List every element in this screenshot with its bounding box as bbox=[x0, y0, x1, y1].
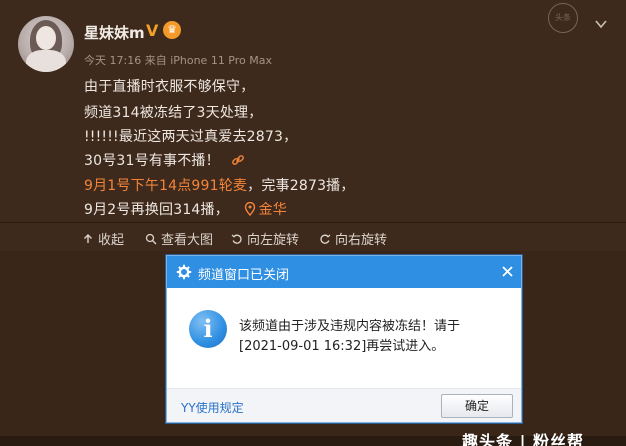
dialog-body: i 该频道由于涉及违规内容被冻结！请于 [2021-09-01 16:32]再尝… bbox=[167, 288, 521, 422]
location-pin-icon bbox=[244, 202, 255, 216]
view-large-label: 查看大图 bbox=[161, 233, 214, 248]
post-line: 9月2号再换回314播， bbox=[84, 202, 229, 218]
avatar-body bbox=[26, 50, 66, 72]
yy-rules-link[interactable]: YY使用规定 bbox=[181, 399, 244, 416]
gear-icon bbox=[176, 264, 192, 280]
post-line-highlight: 9月1号下午14点991轮麦，完事2873播， bbox=[84, 175, 355, 195]
post-line: ，完事2873播， bbox=[247, 178, 355, 194]
info-icon: i bbox=[189, 310, 227, 348]
dialog-message-line1: 该频道由于涉及违规内容被冻结！请于 bbox=[239, 319, 461, 334]
highlight-link[interactable]: 9月1号下午14点991轮麦 bbox=[84, 178, 247, 194]
rotate-right-button[interactable]: 向右旋转 bbox=[319, 229, 387, 248]
rotate-right-label: 向右旋转 bbox=[335, 233, 388, 248]
location-label: 金华 bbox=[258, 202, 287, 218]
site-watermark: 趣头条 | 粉丝帮 bbox=[462, 432, 584, 446]
ok-button[interactable]: 确定 bbox=[441, 394, 513, 418]
weibo-post-card: 星妹妹m V ♛ 今天 17:16 来自 iPhone 11 Pro Max 头… bbox=[0, 0, 626, 222]
post-line-with-location: 9月2号再换回314播， 金华 bbox=[84, 199, 287, 219]
magnifier-icon bbox=[145, 233, 157, 244]
dialog-title: 频道窗口已关闭 bbox=[198, 268, 290, 283]
chevron-down-icon[interactable] bbox=[594, 17, 608, 31]
arrow-up-icon bbox=[84, 233, 92, 243]
post-line: !!!!!!最近这两天过真爱去2873， bbox=[84, 129, 298, 145]
close-icon[interactable] bbox=[501, 265, 514, 278]
post-line: 由于直播时衣服不够保守， bbox=[84, 79, 255, 95]
dialog-footer: YY使用规定 确定 bbox=[167, 388, 521, 422]
rotate-left-icon bbox=[231, 234, 242, 244]
dialog-message-line2: [2021-09-01 16:32]再尝试进入。 bbox=[239, 339, 445, 354]
dialog-title-bar[interactable]: 频道窗口已关闭 bbox=[167, 256, 521, 288]
rotate-left-button[interactable]: 向左旋转 bbox=[231, 229, 299, 248]
post-line-with-link: 30号31号有事不播！ bbox=[84, 150, 245, 170]
avatar-face bbox=[36, 26, 56, 50]
collect-button[interactable]: 收起 bbox=[82, 229, 124, 248]
post-line: 30号31号有事不播！ bbox=[84, 153, 220, 169]
post-meta: 今天 17:16 来自 iPhone 11 Pro Max bbox=[84, 54, 272, 67]
username[interactable]: 星妹妹m bbox=[84, 22, 145, 43]
collect-label: 收起 bbox=[98, 233, 125, 248]
view-large-button[interactable]: 查看大图 bbox=[145, 229, 213, 248]
avatar[interactable] bbox=[18, 16, 74, 72]
post-line: 频道314被冻结了3天处理， bbox=[84, 105, 263, 121]
verified-v-icon: V bbox=[146, 21, 159, 40]
rotate-right-icon bbox=[320, 234, 331, 244]
link-icon[interactable] bbox=[231, 153, 245, 167]
watermark-stamp: 头条 bbox=[548, 3, 578, 33]
channel-closed-dialog: 频道窗口已关闭 i 该频道由于涉及违规内容被冻结！请于 [2021-09-01 … bbox=[166, 255, 522, 423]
image-actions-bar: 收起 查看大图 向左旋转 向右旋转 bbox=[0, 223, 626, 251]
crown-badge-icon: ♛ bbox=[163, 21, 181, 39]
location-link[interactable]: 金华 bbox=[244, 202, 287, 218]
rotate-left-label: 向左旋转 bbox=[247, 233, 300, 248]
